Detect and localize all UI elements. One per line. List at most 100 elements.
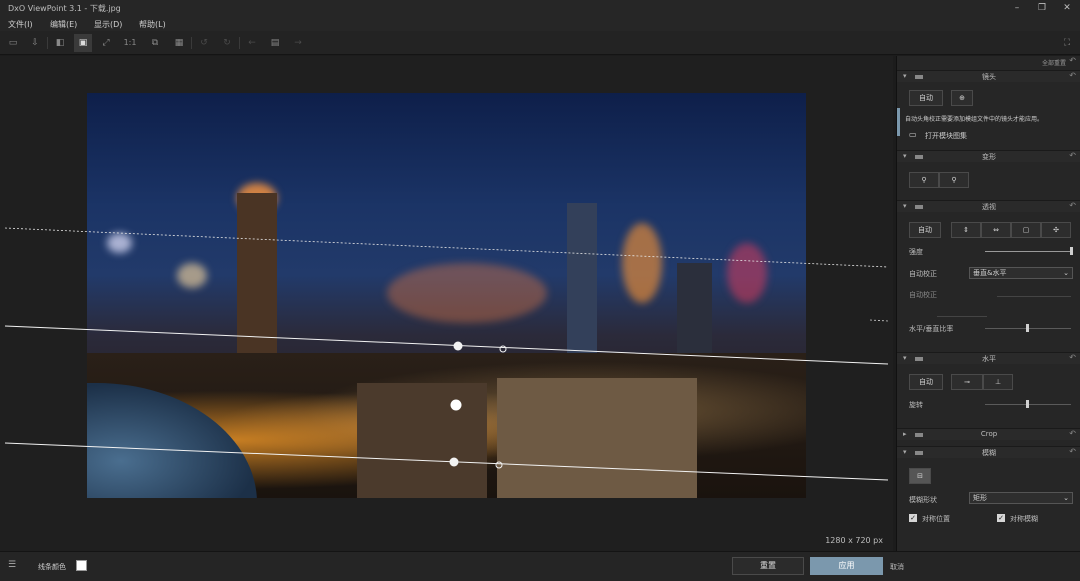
reset-button[interactable]: 重置 xyxy=(732,557,804,575)
reset-icon[interactable]: ↶ xyxy=(1069,71,1076,80)
perspective-guide-line[interactable] xyxy=(869,319,889,322)
section-title: 模糊 xyxy=(982,449,996,457)
distortion-person-alt-button[interactable]: ⚲ xyxy=(939,172,969,188)
toolbar: ▭ ⇩ ◧ ▣ ⤢ 1:1 ⧉ ▦ ↺ ↻ ← ▤ → ⛶ xyxy=(0,31,1080,55)
apply-button[interactable]: 应用 xyxy=(810,557,883,575)
reset-icon[interactable]: ↶ xyxy=(1069,429,1076,438)
menu-view[interactable]: 显示(D) xyxy=(94,19,122,30)
toolbar-divider xyxy=(239,37,240,49)
reset-icon[interactable]: ↶ xyxy=(1069,151,1076,160)
menu-bar: 文件(I) 编辑(E) 显示(D) 帮助(L) xyxy=(0,17,1080,31)
blur-lower-handle[interactable] xyxy=(449,457,459,467)
sym-position-checkbox[interactable]: ✓ xyxy=(909,514,917,522)
intensity-label: 强度 xyxy=(909,248,923,256)
reset-all-icon[interactable]: ↶ xyxy=(1069,56,1076,65)
blur-guides xyxy=(4,227,889,481)
auto-correct-slider-2[interactable] xyxy=(937,316,987,317)
panel-toggle-icon[interactable]: ☰ xyxy=(8,560,16,570)
section-perspective-header[interactable]: ▾ 透视 ↶ xyxy=(897,200,1080,212)
section-title: 镜头 xyxy=(982,73,996,81)
horizon-auto-button[interactable]: 自动 xyxy=(909,374,943,390)
blur-shape-select[interactable]: 矩形 ⌄ xyxy=(969,492,1073,504)
blur-upper-rotate-handle[interactable] xyxy=(499,345,507,353)
blur-upper-line[interactable] xyxy=(4,325,889,365)
rotate-right-icon[interactable]: ↻ xyxy=(218,34,236,52)
intensity-slider[interactable] xyxy=(985,251,1071,252)
image-canvas[interactable]: 1280 x 720 px xyxy=(0,56,893,551)
section-title: Crop xyxy=(980,430,998,438)
blur-upper-handle[interactable] xyxy=(453,341,463,351)
fit-screen-icon[interactable]: ⤢ xyxy=(97,34,115,52)
export-icon[interactable]: ⇩ xyxy=(26,34,44,52)
lens-auto-button[interactable]: 自动 xyxy=(909,90,943,106)
lens-grid-button[interactable]: ⊕ xyxy=(951,90,973,106)
section-title: 透视 xyxy=(982,203,996,211)
filmstrip-icon[interactable]: ▤ xyxy=(266,34,284,52)
blur-shape-label: 模糊形状 xyxy=(909,496,937,504)
menu-file[interactable]: 文件(I) xyxy=(8,19,33,30)
perspective-rectangle-icon[interactable]: ▢ xyxy=(1011,222,1041,238)
open-folder-icon[interactable]: ▭ xyxy=(4,34,22,52)
blur-lower-rotate-handle[interactable] xyxy=(495,461,503,469)
close-icon[interactable]: ✕ xyxy=(1060,2,1074,14)
chevron-down-icon: ⌄ xyxy=(1063,494,1069,502)
perspective-vertical-icon[interactable]: ⇕ xyxy=(951,222,981,238)
before-after-icon[interactable]: ◧ xyxy=(51,34,69,52)
restore-icon[interactable]: ❐ xyxy=(1035,2,1049,14)
auto-correct-value: 垂直&水平 xyxy=(973,269,1007,277)
corrections-panel: 全部重置 ↶ ▾ 镜头 ↶ 自动 ⊕ 自动头角校正需要添加模组文件中的镜头才能应… xyxy=(896,56,1080,551)
rotate-label: 旋转 xyxy=(909,401,923,409)
auto-correct-select[interactable]: 垂直&水平 ⌄ xyxy=(969,267,1073,279)
lens-hint: 自动头角校正需要添加模组文件中的镜头才能应用。 xyxy=(905,116,1044,123)
image-view-icon[interactable]: ▣ xyxy=(74,34,92,52)
ratio-slider-knob[interactable] xyxy=(1026,324,1029,332)
reset-icon[interactable]: ↶ xyxy=(1069,353,1076,362)
sym-position-label: 对称位置 xyxy=(922,515,950,523)
compare-icon[interactable]: ⧉ xyxy=(146,34,164,52)
horizon-level-icon[interactable]: ⊸ xyxy=(951,374,983,390)
cancel-link[interactable]: 取消 xyxy=(890,562,904,572)
blur-shape-value: 矩形 xyxy=(973,494,987,502)
menu-edit[interactable]: 编辑(E) xyxy=(50,19,77,30)
perspective-auto-button[interactable]: 自动 xyxy=(909,222,941,238)
reset-icon[interactable]: ↶ xyxy=(1069,201,1076,210)
zoom-100-icon[interactable]: 1:1 xyxy=(121,34,139,52)
auto-correct-slider[interactable] xyxy=(997,296,1071,297)
perspective-points-icon[interactable]: ✣ xyxy=(1041,222,1071,238)
auto-correct-label: 自动校正 xyxy=(909,270,937,278)
section-distortion-header[interactable]: ▾ 变形 ↶ xyxy=(897,150,1080,162)
rotate-left-icon[interactable]: ↺ xyxy=(195,34,213,52)
blur-tool-button[interactable]: ⊟ xyxy=(909,468,931,484)
rotate-slider-knob[interactable] xyxy=(1026,400,1029,408)
section-crop-header[interactable]: ▸ Crop ↶ xyxy=(897,428,1080,440)
blur-lower-line[interactable] xyxy=(4,442,889,481)
arrow-left-icon[interactable]: ← xyxy=(243,34,261,52)
grid-icon[interactable]: ▦ xyxy=(170,34,188,52)
reset-icon[interactable]: ↶ xyxy=(1069,447,1076,456)
bottom-bar: ☰ 线条颜色 重置 应用 取消 xyxy=(0,551,1080,581)
intensity-slider-knob[interactable] xyxy=(1070,247,1073,255)
section-title: 变形 xyxy=(982,153,996,161)
section-blur-header[interactable]: ▾ 模糊 ↶ xyxy=(897,446,1080,458)
toolbar-divider xyxy=(191,37,192,49)
blur-center-handle[interactable] xyxy=(450,399,462,411)
title-bar: DxO ViewPoint 3.1 - 下载.jpg – ❐ ✕ xyxy=(0,0,1080,17)
sym-blur-checkbox[interactable]: ✓ xyxy=(997,514,1005,522)
perspective-horizontal-icon[interactable]: ⇔ xyxy=(981,222,1011,238)
minimize-icon[interactable]: – xyxy=(1010,2,1024,14)
section-horizon-header[interactable]: ▾ 水平 ↶ xyxy=(897,352,1080,364)
menu-help[interactable]: 帮助(L) xyxy=(139,19,166,30)
open-module-link[interactable]: 打开模块图集 xyxy=(925,131,967,141)
horizon-center-icon[interactable]: ⊥ xyxy=(983,374,1013,390)
perspective-guide-line[interactable] xyxy=(4,227,889,268)
sym-blur-label: 对称模糊 xyxy=(1010,515,1038,523)
line-color-swatch[interactable] xyxy=(76,560,87,571)
distortion-person-button[interactable]: ⚲ xyxy=(909,172,939,188)
reset-all-link[interactable]: 全部重置 xyxy=(1042,58,1066,67)
fullscreen-icon[interactable]: ⛶ xyxy=(1058,34,1076,52)
folder-icon: ▭ xyxy=(909,130,917,139)
section-title: 水平 xyxy=(982,355,996,363)
arrow-right-icon[interactable]: → xyxy=(289,34,307,52)
section-lens-header[interactable]: ▾ 镜头 ↶ xyxy=(897,70,1080,82)
hint-accent xyxy=(897,108,900,136)
